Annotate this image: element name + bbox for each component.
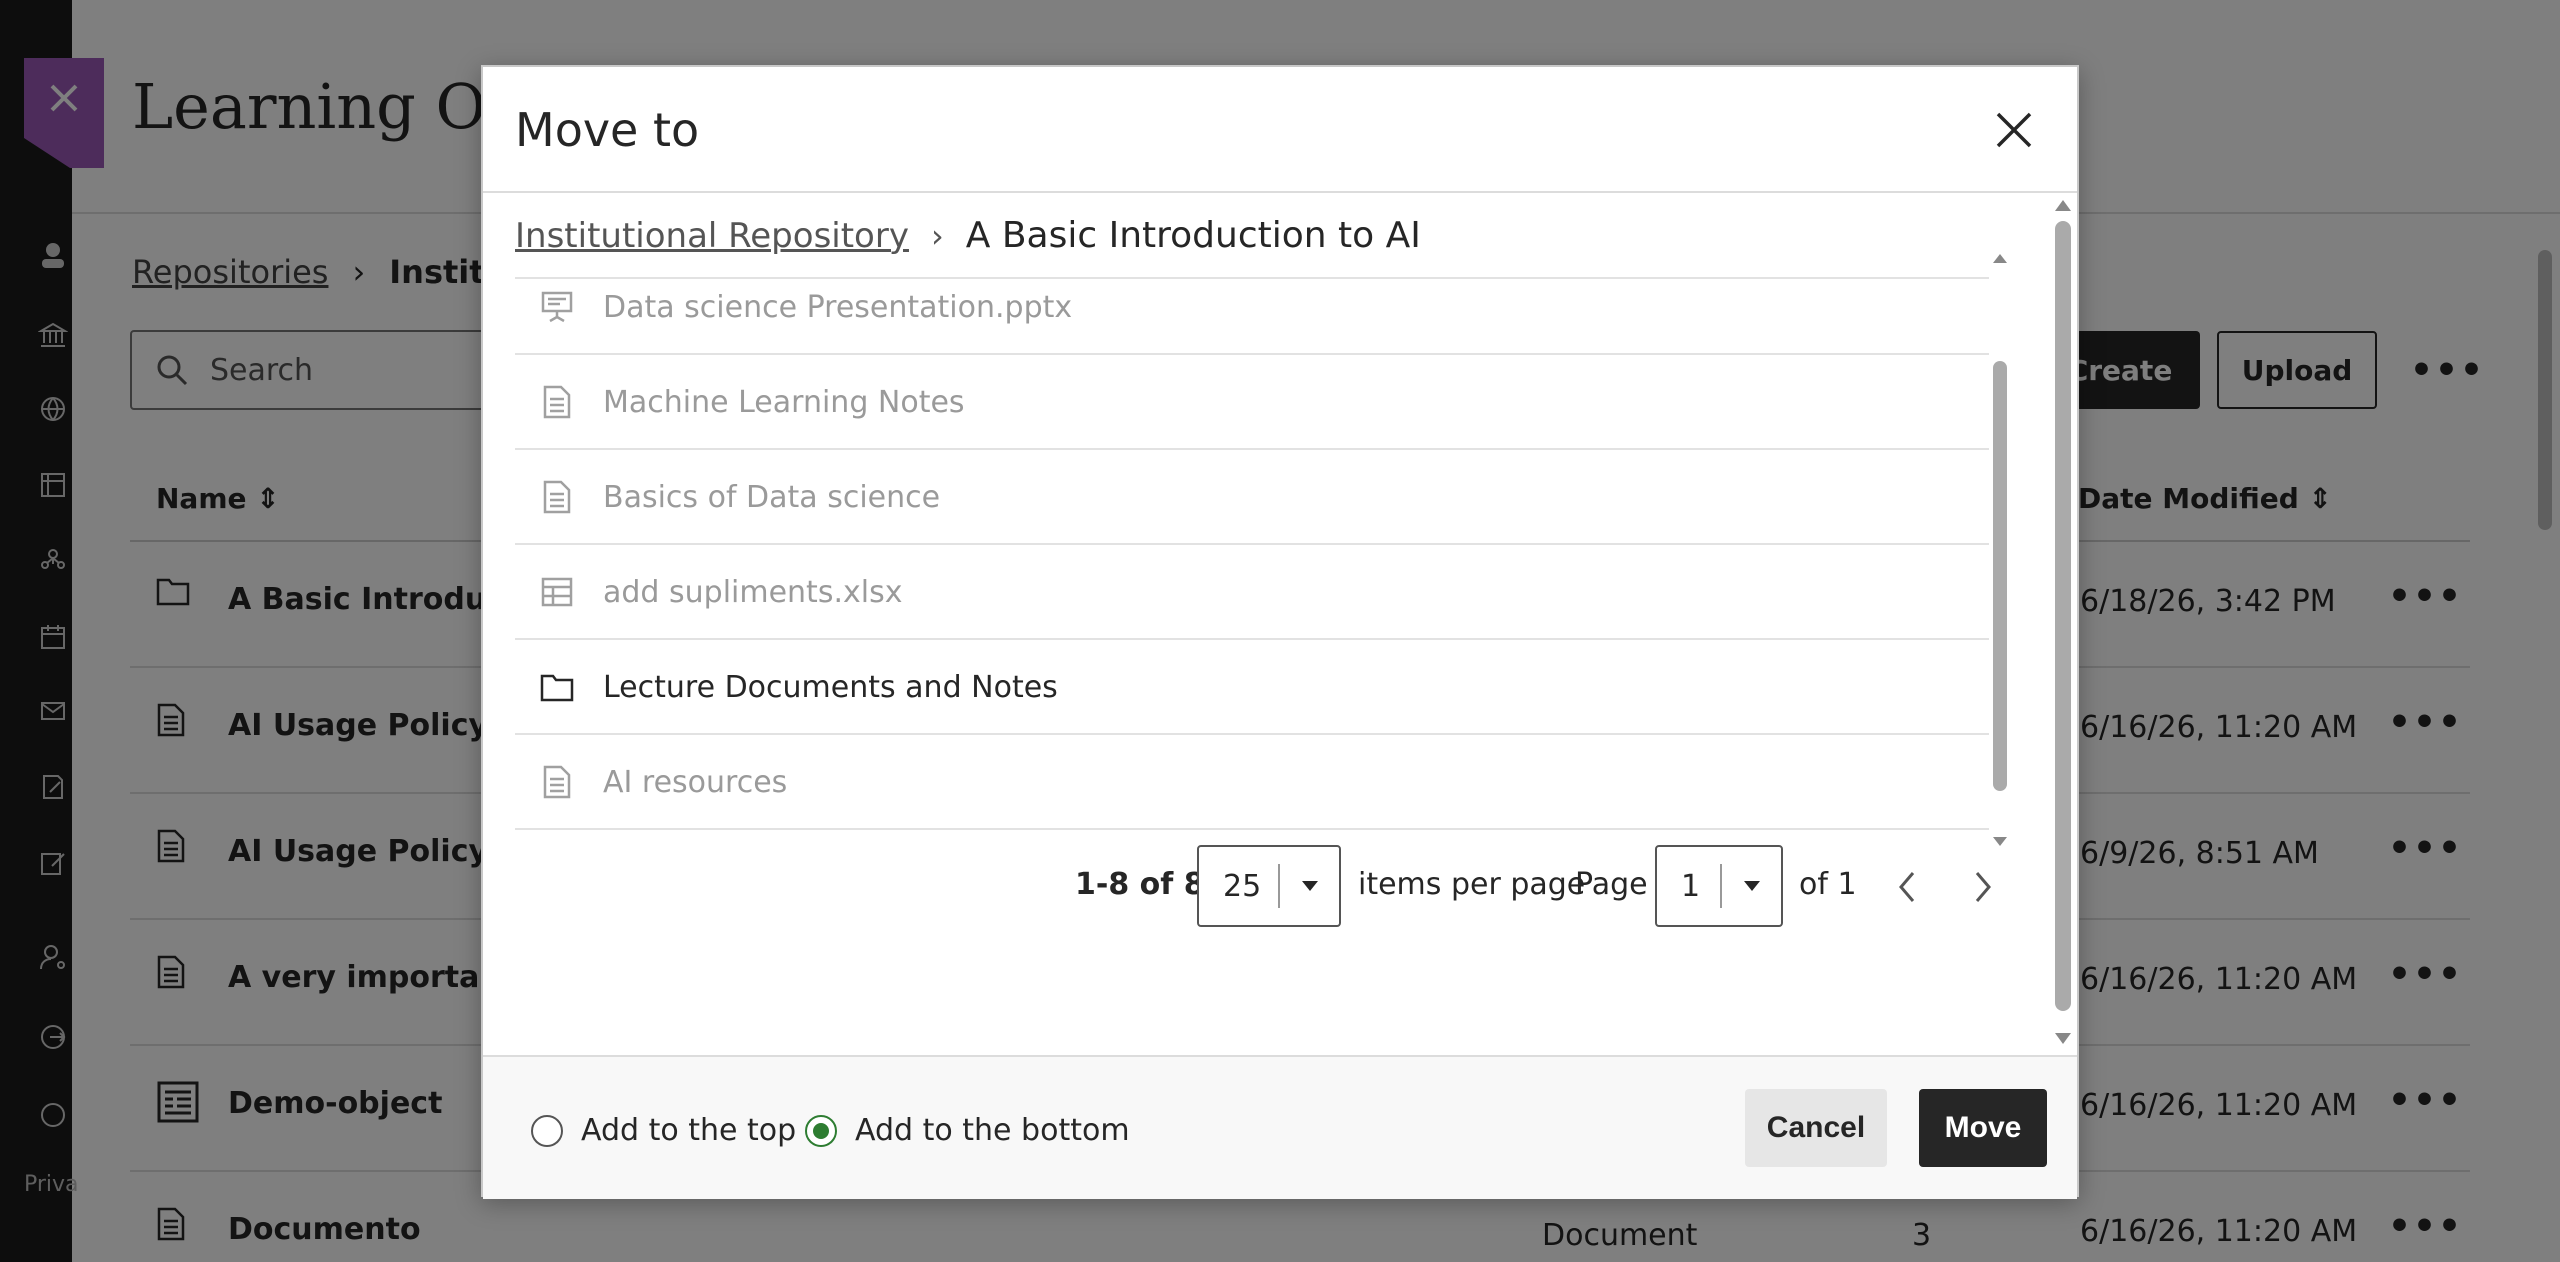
breadcrumb-current: A Basic Introduction to AI [965, 215, 1421, 256]
document-icon [537, 477, 577, 517]
destination-item[interactable]: Lecture Documents and Notes [515, 641, 1989, 735]
destination-item: Data science Presentation.pptx [515, 261, 1989, 355]
presentation-icon [537, 287, 577, 327]
close-dialog-button[interactable] [1987, 103, 2041, 157]
spreadsheet-icon [537, 572, 577, 612]
folder-icon [537, 667, 577, 707]
page-total: of 1 [1799, 867, 1857, 902]
caret-down-icon [1280, 880, 1339, 892]
items-per-page-label: items per page [1358, 867, 1586, 902]
pagination: 1-8 of 8 25 items per page Page 1 of 1 [483, 845, 2023, 929]
previous-page-button[interactable] [1883, 863, 1931, 911]
move-to-dialog: Move to Institutional Repository › A Bas… [481, 65, 2079, 1199]
document-icon [537, 382, 577, 422]
dialog-title: Move to [515, 103, 700, 157]
destination-item-label: Data science Presentation.pptx [603, 289, 1073, 325]
page-select[interactable]: 1 [1655, 845, 1783, 927]
destination-item-label: Basics of Data science [603, 479, 941, 515]
item-range: 1-8 of 8 [1075, 867, 1205, 902]
move-button[interactable]: Move [1919, 1089, 2047, 1167]
chevron-right-icon [1975, 872, 1991, 902]
destination-item-label: Machine Learning Notes [603, 384, 965, 420]
destination-item-label: AI resources [603, 764, 788, 800]
chevron-right-icon: › [930, 216, 944, 255]
close-icon [1996, 112, 2032, 148]
items-per-page-select[interactable]: 25 [1197, 845, 1341, 927]
page-label: Page [1575, 867, 1648, 902]
destination-item-label: Lecture Documents and Notes [603, 669, 1058, 705]
dialog-footer: Add to the top Add to the bottom Cancel … [483, 1055, 2077, 1199]
destination-item: add supliments.xlsx [515, 546, 1989, 640]
dialog-body: Institutional Repository › A Basic Intro… [483, 195, 2077, 1053]
document-icon [537, 762, 577, 802]
dialog-header: Move to [483, 67, 2077, 193]
add-to-top-radio[interactable]: Add to the top [531, 1113, 796, 1148]
destination-item-label: add supliments.xlsx [603, 574, 903, 610]
cancel-button[interactable]: Cancel [1745, 1089, 1887, 1167]
list-scrollbar[interactable] [1989, 251, 2011, 851]
breadcrumb: Institutional Repository › A Basic Intro… [515, 215, 1421, 256]
destination-item: Machine Learning Notes [515, 356, 1989, 450]
destination-item: Basics of Data science [515, 451, 1989, 545]
destination-item: AI resources [515, 736, 1989, 830]
add-to-bottom-radio[interactable]: Add to the bottom [805, 1113, 1130, 1148]
dialog-scrollbar[interactable] [2051, 197, 2075, 1044]
breadcrumb-institutional-repository[interactable]: Institutional Repository [515, 216, 909, 256]
scroll-up-icon[interactable] [1990, 251, 2010, 265]
next-page-button[interactable] [1959, 863, 2007, 911]
caret-down-icon [1722, 880, 1781, 892]
scroll-down-icon[interactable] [2052, 1031, 2074, 1047]
chevron-left-icon [1899, 872, 1915, 902]
scroll-up-icon[interactable] [2052, 197, 2074, 213]
destination-list: Modulinor Data science Presentation.pptx… [515, 255, 2015, 831]
